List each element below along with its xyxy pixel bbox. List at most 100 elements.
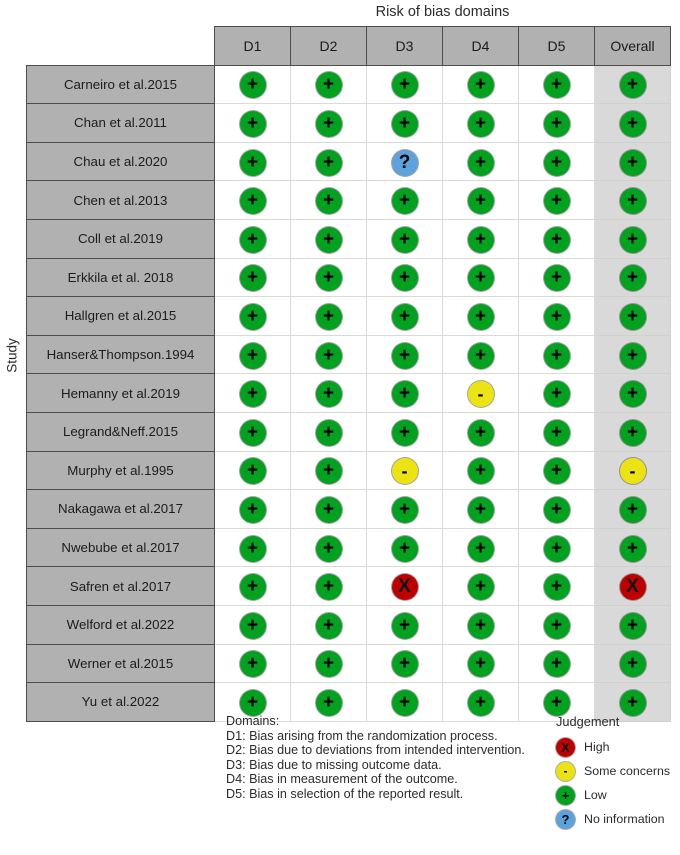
judgement-cell-d1[interactable]: + xyxy=(214,218,291,259)
study-label[interactable]: Carneiro et al.2015 xyxy=(26,64,215,105)
judgement-cell-d1[interactable]: + xyxy=(214,64,291,105)
judgement-cell-d2[interactable]: + xyxy=(290,373,367,413)
study-label[interactable]: Werner et al.2015 xyxy=(26,643,215,684)
judgement-cell-d3[interactable]: ? xyxy=(366,141,443,182)
judgement-cell-d3[interactable]: + xyxy=(366,643,443,684)
judgement-cell-d1[interactable]: + xyxy=(214,334,291,375)
judgement-cell-overall[interactable]: + xyxy=(594,411,671,452)
judgement-cell-d3[interactable]: X xyxy=(366,566,443,606)
study-label[interactable]: Legrand&Neff.2015 xyxy=(26,411,215,452)
judgement-cell-overall[interactable]: + xyxy=(594,64,671,105)
study-label[interactable]: Hallgren et al.2015 xyxy=(26,296,215,336)
judgement-cell-d5[interactable]: + xyxy=(518,373,595,413)
judgement-cell-d4[interactable]: + xyxy=(442,64,519,105)
study-label[interactable]: Chau et al.2020 xyxy=(26,141,215,182)
judgement-cell-d4[interactable]: + xyxy=(442,489,519,529)
judgement-cell-overall[interactable]: + xyxy=(594,334,671,375)
judgement-cell-d5[interactable]: + xyxy=(518,334,595,375)
study-label[interactable]: Yu et al.2022 xyxy=(26,682,215,722)
judgement-cell-d2[interactable]: + xyxy=(290,218,367,259)
judgement-cell-d4[interactable]: + xyxy=(442,257,519,298)
study-label[interactable]: Nakagawa et al.2017 xyxy=(26,489,215,529)
judgement-cell-d3[interactable]: + xyxy=(366,296,443,336)
judgement-cell-d4[interactable]: + xyxy=(442,141,519,182)
judgement-cell-d1[interactable]: + xyxy=(214,103,291,143)
judgement-cell-d4[interactable]: + xyxy=(442,411,519,452)
judgement-cell-d5[interactable]: + xyxy=(518,218,595,259)
judgement-cell-overall[interactable]: + xyxy=(594,257,671,298)
judgement-cell-d2[interactable]: + xyxy=(290,527,367,568)
judgement-cell-d4[interactable]: + xyxy=(442,180,519,220)
study-label[interactable]: Chen et al.2013 xyxy=(26,180,215,220)
judgement-cell-d4[interactable]: + xyxy=(442,566,519,606)
judgement-cell-d2[interactable]: + xyxy=(290,489,367,529)
judgement-cell-d5[interactable]: + xyxy=(518,643,595,684)
judgement-cell-d5[interactable]: + xyxy=(518,180,595,220)
judgement-cell-d2[interactable]: + xyxy=(290,180,367,220)
judgement-cell-d4[interactable]: + xyxy=(442,643,519,684)
judgement-cell-d3[interactable]: + xyxy=(366,64,443,105)
judgement-cell-d3[interactable]: + xyxy=(366,604,443,645)
judgement-cell-d1[interactable]: + xyxy=(214,643,291,684)
judgement-cell-d5[interactable]: + xyxy=(518,604,595,645)
study-label[interactable]: Chan et al.2011 xyxy=(26,103,215,143)
judgement-cell-d5[interactable]: + xyxy=(518,257,595,298)
judgement-cell-d2[interactable]: + xyxy=(290,643,367,684)
judgement-cell-d3[interactable]: + xyxy=(366,489,443,529)
judgement-cell-d2[interactable]: + xyxy=(290,334,367,375)
judgement-cell-d2[interactable]: + xyxy=(290,103,367,143)
judgement-cell-d1[interactable]: + xyxy=(214,527,291,568)
column-header-d2[interactable]: D2 xyxy=(290,26,367,66)
judgement-cell-d3[interactable]: + xyxy=(366,373,443,413)
study-label[interactable]: Safren et al.2017 xyxy=(26,566,215,606)
judgement-cell-d5[interactable]: + xyxy=(518,296,595,336)
judgement-cell-d4[interactable]: + xyxy=(442,450,519,491)
judgement-cell-d4[interactable]: + xyxy=(442,334,519,375)
judgement-cell-d2[interactable]: + xyxy=(290,604,367,645)
legend-item-some[interactable]: - Some concerns xyxy=(556,759,670,783)
judgement-cell-overall[interactable]: + xyxy=(594,643,671,684)
judgement-cell-d4[interactable]: + xyxy=(442,604,519,645)
judgement-cell-d2[interactable]: + xyxy=(290,450,367,491)
judgement-cell-d3[interactable]: + xyxy=(366,411,443,452)
judgement-cell-d4[interactable]: + xyxy=(442,218,519,259)
judgement-cell-overall[interactable]: + xyxy=(594,604,671,645)
judgement-cell-overall[interactable]: + xyxy=(594,296,671,336)
study-label[interactable]: Nwebube et al.2017 xyxy=(26,527,215,568)
judgement-cell-d1[interactable]: + xyxy=(214,411,291,452)
judgement-cell-d2[interactable]: + xyxy=(290,257,367,298)
judgement-cell-d5[interactable]: + xyxy=(518,64,595,105)
legend-item-none[interactable]: ? No information xyxy=(556,807,670,831)
column-header-d3[interactable]: D3 xyxy=(366,26,443,66)
column-header-overall[interactable]: Overall xyxy=(594,26,671,66)
judgement-cell-d4[interactable]: + xyxy=(442,103,519,143)
judgement-cell-d3[interactable]: + xyxy=(366,180,443,220)
judgement-cell-d5[interactable]: + xyxy=(518,450,595,491)
judgement-cell-d3[interactable]: - xyxy=(366,450,443,491)
judgement-cell-overall[interactable]: + xyxy=(594,103,671,143)
judgement-cell-d2[interactable]: + xyxy=(290,296,367,336)
study-label[interactable]: Hemanny et al.2019 xyxy=(26,373,215,413)
judgement-cell-overall[interactable]: + xyxy=(594,527,671,568)
judgement-cell-d1[interactable]: + xyxy=(214,296,291,336)
judgement-cell-d2[interactable]: + xyxy=(290,411,367,452)
judgement-cell-d5[interactable]: + xyxy=(518,566,595,606)
judgement-cell-d4[interactable]: + xyxy=(442,296,519,336)
judgement-cell-d2[interactable]: + xyxy=(290,141,367,182)
judgement-cell-overall[interactable]: + xyxy=(594,180,671,220)
judgement-cell-d1[interactable]: + xyxy=(214,489,291,529)
judgement-cell-d1[interactable]: + xyxy=(214,450,291,491)
judgement-cell-d1[interactable]: + xyxy=(214,180,291,220)
legend-item-low[interactable]: + Low xyxy=(556,783,670,807)
study-label[interactable]: Welford et al.2022 xyxy=(26,604,215,645)
judgement-cell-d4[interactable]: - xyxy=(442,373,519,413)
judgement-cell-d1[interactable]: + xyxy=(214,604,291,645)
judgement-cell-d5[interactable]: + xyxy=(518,489,595,529)
judgement-cell-overall[interactable]: + xyxy=(594,373,671,413)
column-header-d5[interactable]: D5 xyxy=(518,26,595,66)
judgement-cell-d2[interactable]: + xyxy=(290,566,367,606)
judgement-cell-d1[interactable]: + xyxy=(214,141,291,182)
judgement-cell-d3[interactable]: + xyxy=(366,527,443,568)
judgement-cell-d3[interactable]: + xyxy=(366,257,443,298)
judgement-cell-d1[interactable]: + xyxy=(214,257,291,298)
